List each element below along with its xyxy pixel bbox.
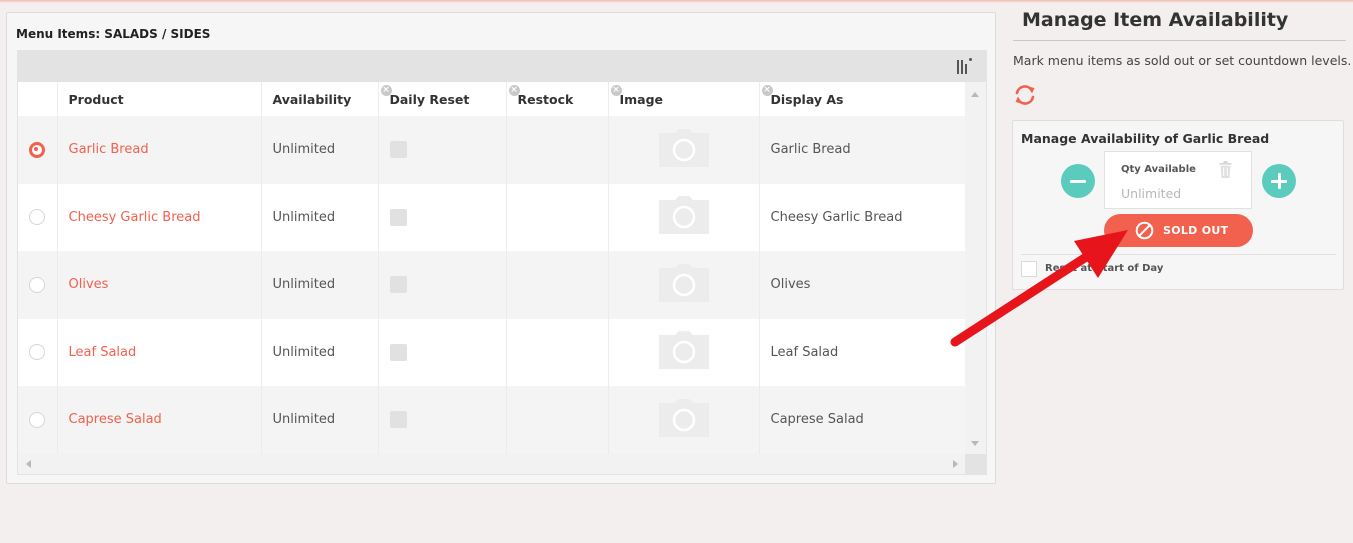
vertical-scrollbar[interactable] — [965, 82, 986, 456]
page-title: Manage Item Availability — [1022, 9, 1289, 31]
display-as-cell: Olives — [758, 251, 966, 319]
display-as-cell: Garlic Bread — [758, 116, 966, 184]
restock-cell — [505, 116, 608, 184]
table-row[interactable]: Cheesy Garlic Bread Unlimited Cheesy Garl… — [18, 183, 966, 251]
daily-reset-cell — [377, 318, 506, 386]
availability-cell: Unlimited — [260, 183, 378, 251]
row-select-radio[interactable] — [29, 141, 46, 158]
sold-out-label: SOLD OUT — [1163, 224, 1229, 237]
restock-cell — [505, 251, 608, 319]
daily-reset-cell — [377, 251, 506, 319]
grid-toolbar — [18, 51, 986, 82]
table-header-row: Product Availability × Daily Reset × Resto… — [18, 82, 966, 116]
daily-reset-checkbox[interactable] — [389, 343, 407, 361]
card-divider — [1021, 254, 1336, 255]
display-as-cell: Cheesy Garlic Bread — [758, 183, 966, 251]
column-header-image[interactable]: × Image — [607, 82, 759, 116]
table-row[interactable]: Leaf Salad Unlimited Leaf Salad — [18, 318, 966, 386]
column-chooser-icon[interactable] — [957, 58, 973, 76]
table-row[interactable]: Caprese Salad Unlimited Caprese Salad — [18, 386, 966, 454]
availability-cell: Unlimited — [260, 116, 378, 184]
product-cell[interactable]: Olives — [56, 251, 261, 319]
card-title: Manage Availability of Garlic Bread — [1021, 131, 1270, 146]
camera-icon — [658, 263, 709, 306]
availability-card: Manage Availability of Garlic Bread Qty … — [1012, 120, 1344, 290]
row-select-cell[interactable] — [18, 183, 57, 251]
daily-reset-checkbox[interactable] — [389, 141, 407, 159]
product-cell[interactable]: Caprese Salad — [56, 386, 261, 454]
column-header-display-as[interactable]: × Display As — [758, 82, 966, 116]
remove-column-icon[interactable]: × — [761, 85, 773, 96]
table-row[interactable]: Olives Unlimited Olives — [18, 251, 966, 319]
availability-cell: Unlimited — [260, 386, 378, 454]
reset-at-start-of-day-checkbox[interactable] — [1021, 261, 1037, 277]
restock-cell — [505, 183, 608, 251]
row-select-radio[interactable] — [29, 344, 46, 361]
scroll-left-icon[interactable] — [26, 460, 31, 468]
ban-icon — [1135, 221, 1154, 243]
table-row[interactable]: Garlic Bread Unlimited Garlic Bread — [18, 116, 966, 184]
page-description: Mark menu items as sold out or set count… — [1013, 53, 1352, 68]
daily-reset-checkbox[interactable] — [389, 411, 407, 429]
image-cell[interactable] — [607, 183, 759, 251]
daily-reset-cell — [377, 116, 506, 184]
row-select-radio[interactable] — [29, 209, 46, 226]
camera-icon — [658, 398, 709, 441]
availability-cell: Unlimited — [260, 251, 378, 319]
column-header-daily-reset[interactable]: × Daily Reset — [377, 82, 506, 116]
decrease-qty-button[interactable] — [1061, 164, 1095, 198]
camera-icon — [658, 331, 709, 373]
product-cell[interactable]: Cheesy Garlic Bread — [56, 183, 261, 251]
image-cell[interactable] — [607, 251, 759, 319]
scrollbar-corner — [965, 454, 986, 474]
scroll-right-icon[interactable] — [953, 460, 958, 468]
camera-icon — [658, 196, 709, 238]
restock-cell — [505, 386, 608, 454]
column-header-product[interactable]: Product — [56, 82, 261, 116]
sold-out-button[interactable]: SOLD OUT — [1104, 214, 1253, 247]
image-cell[interactable] — [607, 318, 759, 386]
remove-column-icon[interactable]: × — [508, 85, 520, 96]
daily-reset-cell — [377, 386, 506, 454]
daily-reset-cell — [377, 183, 506, 251]
title-divider — [1013, 40, 1346, 41]
remove-column-icon[interactable]: × — [610, 85, 622, 96]
scroll-up-icon[interactable] — [971, 92, 979, 97]
menu-items-grid: Product Availability × Daily Reset × Resto… — [17, 50, 987, 475]
image-cell[interactable] — [607, 116, 759, 184]
qty-input[interactable]: Unlimited — [1121, 186, 1181, 201]
qty-label: Qty Available — [1121, 164, 1196, 175]
column-header-availability[interactable]: Availability — [260, 82, 378, 116]
menu-items-panel: Menu Items: SALADS / SIDES Product Avail… — [6, 12, 996, 484]
row-select-cell[interactable] — [18, 318, 57, 386]
column-header-restock[interactable]: × Restock — [505, 82, 608, 116]
display-as-cell: Caprese Salad — [758, 386, 966, 454]
increase-qty-button[interactable] — [1262, 164, 1296, 198]
row-select-radio[interactable] — [29, 411, 46, 428]
qty-available-field[interactable]: Qty Available Unlimited — [1104, 151, 1252, 209]
scroll-down-icon[interactable] — [971, 441, 979, 446]
horizontal-scrollbar[interactable] — [18, 454, 966, 474]
refresh-icon[interactable] — [1012, 82, 1038, 108]
remove-column-icon[interactable]: × — [380, 85, 392, 96]
restock-cell — [505, 318, 608, 386]
row-select-radio[interactable] — [29, 276, 46, 293]
row-select-cell[interactable] — [18, 116, 57, 184]
daily-reset-checkbox[interactable] — [389, 208, 407, 226]
top-accent-line — [0, 0, 1353, 3]
select-column-header — [18, 82, 57, 116]
image-cell[interactable] — [607, 386, 759, 454]
product-cell[interactable]: Garlic Bread — [56, 116, 261, 184]
row-select-cell[interactable] — [18, 251, 57, 319]
daily-reset-checkbox[interactable] — [389, 276, 407, 294]
reset-at-start-of-day-label: Reset at Start of Day — [1045, 263, 1164, 274]
display-as-cell: Leaf Salad — [758, 318, 966, 386]
menu-items-table: Product Availability × Daily Reset × Resto… — [18, 82, 966, 454]
product-cell[interactable]: Leaf Salad — [56, 318, 261, 386]
camera-icon — [658, 128, 709, 171]
availability-cell: Unlimited — [260, 318, 378, 386]
row-select-cell[interactable] — [18, 386, 57, 454]
panel-title: Menu Items: SALADS / SIDES — [16, 27, 211, 41]
trash-icon[interactable] — [1219, 161, 1232, 182]
